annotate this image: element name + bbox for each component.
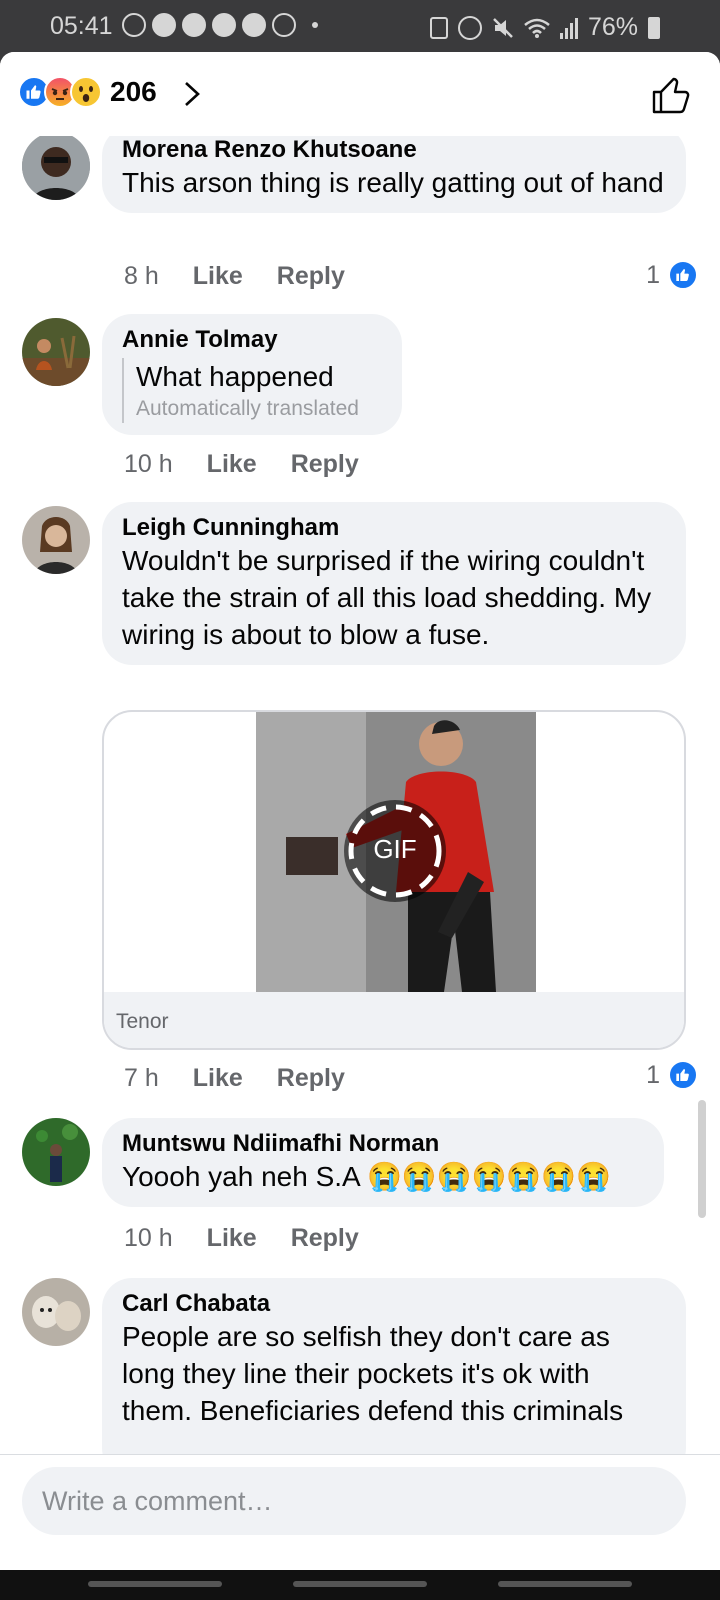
reply-button[interactable]: Reply (277, 1064, 345, 1093)
system-nav-bar (0, 1570, 720, 1600)
comment-bubble[interactable]: Leigh Cunningham Wouldn't be surprised i… (102, 502, 686, 665)
messenger-icon (182, 13, 206, 37)
wow-reaction-icon (70, 76, 102, 108)
like-count-number: 1 (646, 260, 660, 289)
messenger-icon (242, 13, 266, 37)
comment-actions: 8 h Like Reply (124, 262, 345, 291)
gif-footer: Tenor (104, 992, 684, 1048)
comment-item: Carl Chabata People are so selfish they … (0, 1278, 720, 1454)
reply-button[interactable]: Reply (277, 262, 345, 291)
comment-author[interactable]: Annie Tolmay (122, 326, 382, 354)
like-count-number: 1 (646, 1060, 660, 1089)
reactions-header: 206 (0, 52, 720, 136)
comment-bubble[interactable]: Muntswu Ndiimafhi Norman Yoooh yah neh S… (102, 1118, 664, 1207)
chevron-right-icon[interactable] (180, 80, 204, 108)
comment-composer (0, 1454, 720, 1570)
signal-icon (559, 17, 578, 39)
comment-bubble[interactable]: Annie Tolmay What happened Automatically… (102, 314, 402, 435)
like-badge-icon (668, 260, 698, 290)
status-bar: 05:41 76% (0, 0, 720, 52)
comment-text: This arson thing is really gatting out o… (122, 167, 664, 198)
comment-input[interactable] (22, 1467, 686, 1535)
comment-text: What happened (136, 361, 334, 392)
translated-block: What happened Automatically translated (122, 358, 382, 423)
scrollbar[interactable] (698, 1100, 706, 1218)
battery-charging-icon (648, 16, 660, 39)
like-button[interactable]: Like (207, 1224, 257, 1253)
comments-sheet: 206 Morena Renzo Khutsoane This arson th… (0, 52, 720, 1570)
reply-button[interactable]: Reply (291, 1224, 359, 1253)
back-button[interactable] (498, 1581, 632, 1587)
comment-item: Annie Tolmay What happened Automatically… (0, 312, 720, 502)
comment-bubble[interactable]: Morena Renzo Khutsoane This arson thing … (102, 136, 686, 213)
battery-percent: 76% (587, 13, 638, 41)
avatar[interactable] (22, 1118, 90, 1186)
comment-text: People are so selfish they don't care as… (122, 1321, 624, 1426)
translation-note[interactable]: Automatically translated (136, 395, 382, 423)
gif-source[interactable]: Tenor (116, 1010, 169, 1034)
whatsapp-icon (122, 13, 146, 37)
alarm-icon (457, 15, 482, 40)
like-button[interactable]: Like (193, 262, 243, 291)
reply-button[interactable]: Reply (291, 450, 359, 479)
comment-actions: 10 h Like Reply (124, 1224, 359, 1253)
mute-icon (493, 17, 513, 38)
comment-author[interactable]: Morena Renzo Khutsoane (122, 136, 666, 164)
comment-text: Yoooh yah neh S.A 😭😭😭😭😭😭😭 (122, 1161, 612, 1192)
gif-attachment[interactable]: GIF Tenor (102, 710, 686, 1050)
wifi-icon (524, 18, 550, 38)
comment-actions: 10 h Like Reply (124, 450, 359, 479)
comments-list: Morena Renzo Khutsoane This arson thing … (0, 136, 720, 1454)
gif-play-badge[interactable]: GIF (344, 800, 446, 902)
avatar[interactable] (22, 506, 90, 574)
comment-item: Leigh Cunningham Wouldn't be surprised i… (0, 502, 720, 1118)
avatar[interactable] (22, 318, 90, 386)
avatar[interactable] (22, 136, 90, 200)
comment-time: 8 h (124, 262, 159, 290)
status-time: 05:41 (50, 12, 113, 40)
comment-author[interactable]: Leigh Cunningham (122, 514, 666, 542)
comment-author[interactable]: Muntswu Ndiimafhi Norman (122, 1130, 644, 1158)
notification-icons (122, 13, 318, 37)
comment-time: 7 h (124, 1064, 159, 1092)
system-icons: 76% (429, 13, 660, 42)
comment-bubble[interactable]: Carl Chabata People are so selfish they … (102, 1278, 686, 1454)
comment-item: Muntswu Ndiimafhi Norman Yoooh yah neh S… (0, 1118, 720, 1278)
like-badge-icon (668, 1060, 698, 1090)
comment-author[interactable]: Carl Chabata (122, 1290, 666, 1318)
sim-icon (429, 16, 448, 39)
like-button[interactable]: Like (193, 1064, 243, 1093)
comment-actions: 7 h Like Reply (124, 1064, 345, 1093)
like-outline-icon[interactable] (650, 74, 692, 116)
recent-apps-button[interactable] (88, 1581, 222, 1587)
home-button[interactable] (293, 1581, 427, 1587)
reaction-count[interactable]: 206 (110, 76, 157, 108)
reaction-summary[interactable] (18, 76, 104, 110)
comment-time: 10 h (124, 450, 173, 478)
comment-time: 10 h (124, 1224, 173, 1252)
messenger-icon (212, 13, 236, 37)
messenger-icon (152, 13, 176, 37)
gif-label: GIF (373, 834, 417, 864)
comment-like-count[interactable]: 1 (646, 1060, 698, 1090)
avatar[interactable] (22, 1278, 90, 1346)
comment-item: Morena Renzo Khutsoane This arson thing … (0, 136, 720, 312)
gif-image[interactable]: GIF (256, 712, 536, 992)
sync-icon (272, 13, 296, 37)
more-notifications-icon (312, 22, 318, 28)
comment-text: Wouldn't be surprised if the wiring coul… (122, 545, 652, 650)
comment-like-count[interactable]: 1 (646, 260, 698, 290)
like-button[interactable]: Like (207, 450, 257, 479)
